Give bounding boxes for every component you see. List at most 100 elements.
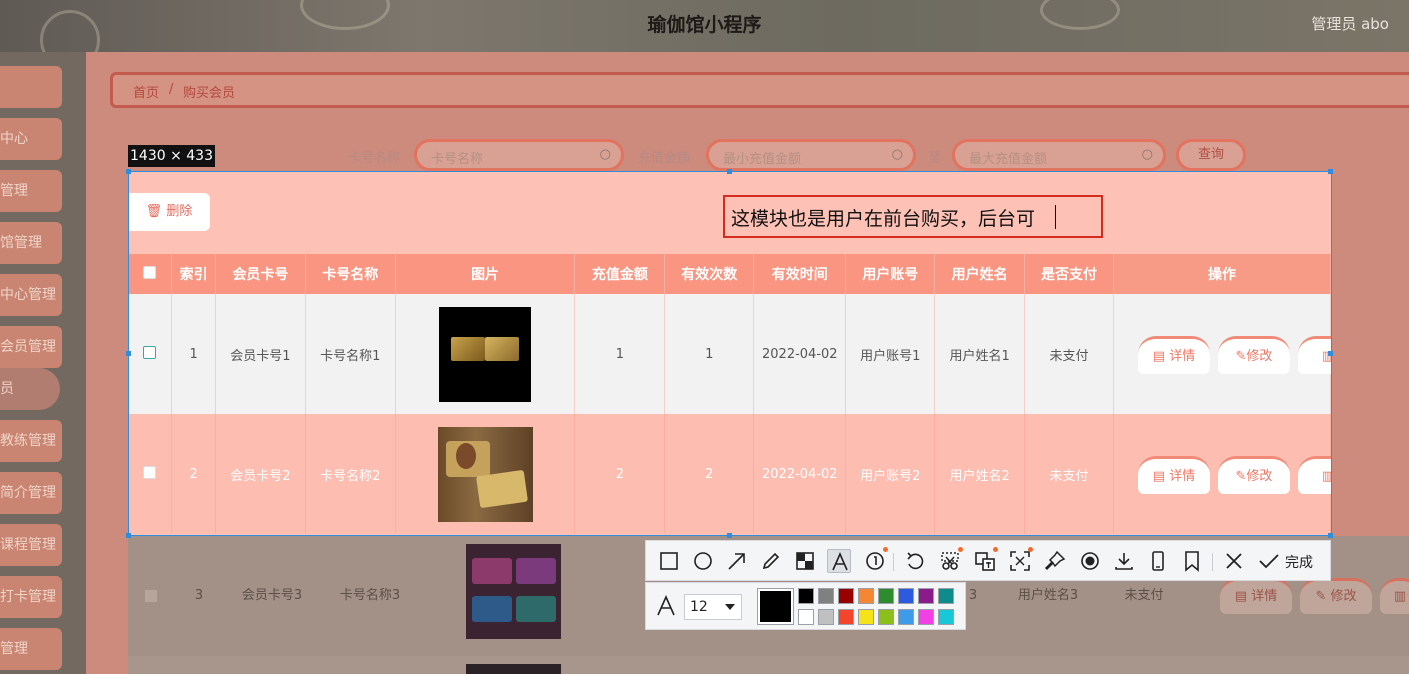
col-paid: 是否支付 (1024, 254, 1114, 294)
member-card-image (466, 544, 561, 639)
color-swatch[interactable] (898, 588, 914, 604)
resize-handle-bottom-left[interactable] (126, 533, 131, 538)
row-user-name: 用户姓名2 (934, 414, 1026, 534)
resize-handle-bottom-right[interactable] (1328, 533, 1333, 538)
color-swatch[interactable] (818, 609, 834, 625)
text-tool-icon[interactable] (827, 549, 851, 573)
delete-row-button[interactable]: ▥ (1380, 578, 1409, 614)
record-icon[interactable] (1078, 549, 1102, 573)
detail-button[interactable]: ▤ 详情 (1220, 578, 1292, 614)
row-checkbox[interactable] (143, 536, 159, 656)
row-checkbox[interactable] (143, 465, 157, 479)
sidebar-item-user-management[interactable]: 户管理 (0, 170, 62, 212)
member-card-image (437, 426, 533, 522)
ocr-translate-icon[interactable] (973, 547, 998, 573)
rectangle-tool-icon[interactable] (657, 549, 681, 573)
admin-user-label[interactable]: 管理员 abo (1311, 13, 1389, 34)
font-size-select[interactable]: 12 (684, 594, 742, 620)
card-name-input[interactable]: 卡号名称 ○ (414, 139, 624, 171)
sidebar-item-personal-center[interactable]: 人中心 (0, 118, 62, 160)
done-button-label[interactable]: 完成 (1285, 552, 1313, 572)
max-amount-input[interactable]: 最大充值金额 ○ (952, 139, 1166, 171)
row-valid-date: 2022-04-02 (753, 294, 847, 414)
color-swatch[interactable] (878, 609, 894, 625)
row-checkbox[interactable] (143, 345, 157, 359)
delete-row-button[interactable]: ▥ (1297, 456, 1331, 494)
color-swatch[interactable] (918, 588, 934, 604)
pencil-tool-icon[interactable] (759, 549, 783, 573)
delete-row-button[interactable]: ▥ (1297, 336, 1331, 374)
edit-button[interactable]: ✎修改 (1217, 336, 1290, 374)
sidebar-item-home[interactable]: 页 (0, 66, 62, 108)
scissors-icon[interactable] (938, 547, 963, 573)
select-all-checkbox[interactable] (143, 265, 157, 279)
current-color-swatch[interactable] (757, 588, 794, 625)
row-checkbox-cell[interactable] (128, 294, 173, 414)
edit-label: 修改 (1330, 589, 1357, 604)
card-name-label: 卡号名称 (348, 151, 401, 166)
detail-button[interactable]: ▤ 详情 (1137, 336, 1210, 374)
color-swatch[interactable] (838, 588, 854, 604)
selection-size-label: 1430 × 433 (128, 145, 215, 167)
sidebar-item-system[interactable]: 统管理 (0, 628, 62, 670)
card-graphic (472, 558, 512, 584)
resize-handle-top[interactable] (727, 169, 732, 174)
annotation-text[interactable]: 这模块也是用户在前台购买，后台可 (731, 204, 1035, 231)
color-swatch[interactable] (938, 609, 954, 625)
query-button[interactable]: 查询 (1176, 139, 1246, 171)
color-swatch[interactable] (858, 609, 874, 625)
sidebar-item-buy-membership[interactable]: 买会员管理 (0, 326, 62, 368)
edit-button[interactable]: ✎ 修改 (1300, 578, 1372, 614)
col-image: 图片 (395, 254, 576, 294)
color-swatch[interactable] (838, 609, 854, 625)
sidebar-item-shareholder[interactable]: 东中心管理 (0, 274, 62, 316)
color-swatch[interactable] (858, 588, 874, 604)
color-swatch[interactable] (818, 588, 834, 604)
breadcrumb-home[interactable]: 首页 (133, 82, 159, 101)
mosaic-tool-icon[interactable] (793, 549, 817, 573)
color-swatch[interactable] (918, 609, 934, 625)
ellipse-tool-icon[interactable] (691, 549, 715, 573)
min-amount-input[interactable]: 最小充值金额 ○ (706, 139, 916, 171)
amount-label: 充值金额 (638, 151, 691, 166)
sidebar-item-course-booking[interactable]: 约课程管理 (0, 524, 62, 566)
scan-region-icon[interactable] (1008, 547, 1033, 573)
arrow-tool-icon[interactable] (725, 549, 749, 573)
color-swatch[interactable] (878, 588, 894, 604)
resize-handle-top-left[interactable] (126, 169, 131, 174)
detail-label: 详情 (1251, 589, 1278, 604)
edit-button[interactable]: ✎修改 (1217, 456, 1290, 494)
resize-handle-right[interactable] (1328, 351, 1333, 356)
resize-handle-bottom[interactable] (727, 533, 732, 538)
pencil-icon: ✎ (1235, 349, 1247, 364)
bookmark-icon[interactable] (1180, 549, 1204, 573)
download-icon[interactable] (1112, 549, 1136, 573)
close-icon[interactable] (1222, 549, 1246, 573)
select-all-checkbox-cell[interactable] (128, 254, 173, 294)
resize-handle-left[interactable] (126, 351, 131, 356)
batch-delete-button[interactable]: 🗑︎ 删除 (128, 193, 210, 231)
row-checkbox-cell[interactable] (128, 414, 173, 534)
pin-icon[interactable] (1043, 549, 1067, 573)
color-swatch[interactable] (938, 588, 954, 604)
annotation-text-box[interactable]: 这模块也是用户在前台购买，后台可 (723, 195, 1103, 238)
number-marker-icon[interactable] (863, 547, 888, 573)
sidebar-item-coach[interactable]: 身教练管理 (0, 420, 62, 462)
color-swatch[interactable] (798, 588, 814, 604)
sidebar-item-hall-intro[interactable]: 馆简介管理 (0, 472, 62, 514)
new-badge-dot (883, 547, 888, 552)
resize-handle-top-right[interactable] (1328, 169, 1333, 174)
sidebar-item-yoga-hall[interactable]: 伽馆管理 (0, 222, 62, 264)
color-swatch[interactable] (798, 609, 814, 625)
row-paid-status: 未支付 (1024, 414, 1114, 534)
toolbar-separator (1212, 553, 1213, 571)
undo-icon[interactable] (903, 549, 927, 573)
sidebar-item-checkin[interactable]: 日打卡管理 (0, 576, 62, 618)
phone-icon[interactable] (1146, 549, 1170, 573)
color-swatch[interactable] (898, 609, 914, 625)
sidebar-item-membership-active[interactable]: 会员 (0, 368, 60, 410)
col-account: 用户账号 (845, 254, 936, 294)
detail-button[interactable]: ▤ 详情 (1137, 456, 1210, 494)
col-times: 有效次数 (664, 254, 755, 294)
check-icon[interactable] (1257, 549, 1281, 573)
